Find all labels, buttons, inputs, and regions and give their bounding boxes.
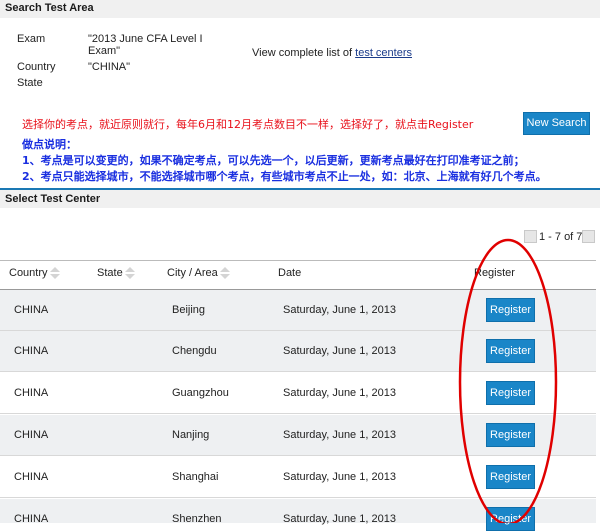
column-city[interactable]: City / Area xyxy=(167,267,230,280)
column-city-label: City / Area xyxy=(167,267,218,279)
cell-city: Chengdu xyxy=(172,345,217,357)
annotation-line-2: 做点说明： xyxy=(22,138,77,151)
table-row: CHINA Shanghai Saturday, June 1, 2013 Re… xyxy=(0,457,596,498)
cell-date: Saturday, June 1, 2013 xyxy=(283,513,396,525)
column-state-label: State xyxy=(97,267,123,279)
cell-date: Saturday, June 1, 2013 xyxy=(283,429,396,441)
annotation-line-1: 选择你的考点，就近原则就行，每年6月和12月考点数目不一样，选择好了，就点击Re… xyxy=(22,118,474,131)
register-button[interactable]: Register xyxy=(486,423,535,447)
cell-country: CHINA xyxy=(14,471,49,483)
register-button[interactable]: Register xyxy=(486,507,535,531)
view-list-text: View complete list of test centers xyxy=(252,47,412,59)
cell-date: Saturday, June 1, 2013 xyxy=(283,304,396,316)
table-row: CHINA Shenzhen Saturday, June 1, 2013 Re… xyxy=(0,499,596,531)
cell-date: Saturday, June 1, 2013 xyxy=(283,471,396,483)
register-button[interactable]: Register xyxy=(486,381,535,405)
state-label: State xyxy=(17,77,43,89)
test-centers-link[interactable]: test centers xyxy=(355,47,412,59)
table-row: CHINA Chengdu Saturday, June 1, 2013 Reg… xyxy=(0,331,596,372)
table-row: CHINA Beijing Saturday, June 1, 2013 Reg… xyxy=(0,290,596,331)
cell-date: Saturday, June 1, 2013 xyxy=(283,345,396,357)
new-search-button[interactable]: New Search xyxy=(523,112,590,135)
register-button[interactable]: Register xyxy=(486,298,535,322)
table-header: Country State City / Area Date Register xyxy=(0,260,596,291)
exam-label: Exam xyxy=(17,33,46,45)
register-button[interactable]: Register xyxy=(486,465,535,489)
next-page-icon[interactable] xyxy=(582,230,595,243)
column-date: Date xyxy=(278,267,302,279)
register-button[interactable]: Register xyxy=(486,339,535,363)
annotation-line-4: 2、考点只能选择城市，不能选择城市哪个考点，有些城市考点不止一处，如：北京、上海… xyxy=(22,170,547,183)
annotation-line-3: 1、考点是可以变更的，如果不确定考点，可以先选一个，以后更新，更新考点最好在打印… xyxy=(22,154,525,167)
column-country[interactable]: Country xyxy=(9,267,60,280)
column-country-label: Country xyxy=(9,267,48,279)
country-label: Country xyxy=(17,61,56,73)
cell-country: CHINA xyxy=(14,345,49,357)
cell-city: Nanjing xyxy=(172,429,210,441)
cell-city: Shenzhen xyxy=(172,513,222,525)
table-row: CHINA Nanjing Saturday, June 1, 2013 Reg… xyxy=(0,415,596,456)
select-test-center-title: Select Test Center xyxy=(0,188,600,208)
column-state[interactable]: State xyxy=(97,267,135,280)
sort-icon[interactable] xyxy=(219,267,230,280)
sort-icon[interactable] xyxy=(124,267,135,280)
pager-text: 1 - 7 of 7 xyxy=(539,231,583,243)
table-row: CHINA Guangzhou Saturday, June 1, 2013 R… xyxy=(0,373,596,414)
sort-icon[interactable] xyxy=(49,267,60,280)
cell-city: Guangzhou xyxy=(172,387,229,399)
cell-country: CHINA xyxy=(14,387,49,399)
cell-country: CHINA xyxy=(14,304,49,316)
cell-city: Beijing xyxy=(172,304,206,316)
country-value: "CHINA" xyxy=(88,61,131,73)
search-area-title: Search Test Area xyxy=(0,0,600,18)
cell-city: Shanghai xyxy=(172,471,219,483)
view-list-prefix: View complete list of xyxy=(252,47,353,59)
cell-country: CHINA xyxy=(14,513,49,525)
cell-country: CHINA xyxy=(14,429,49,441)
prev-page-icon[interactable] xyxy=(524,230,537,243)
column-register: Register xyxy=(474,267,515,279)
cell-date: Saturday, June 1, 2013 xyxy=(283,387,396,399)
exam-value: "2013 June CFA Level I Exam" xyxy=(88,33,203,57)
